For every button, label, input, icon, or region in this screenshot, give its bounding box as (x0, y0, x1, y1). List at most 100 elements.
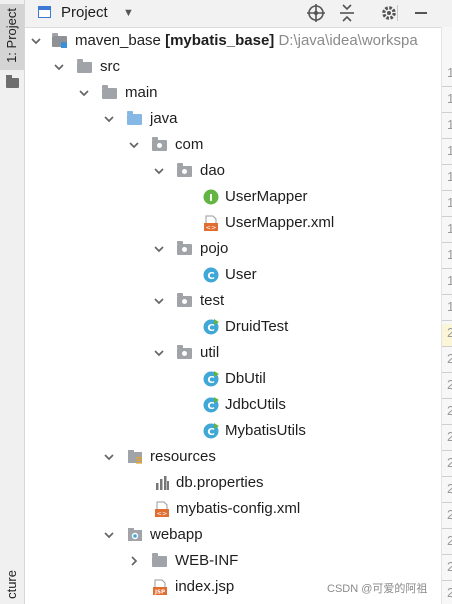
tree-row-label: DruidTest (225, 318, 289, 335)
project-tool-tab[interactable]: 1: Project (0, 4, 24, 70)
watermark: CSDN @可爱的阿祖 (327, 583, 428, 595)
gutter-rule (442, 164, 452, 165)
collapse-all-icon[interactable] (337, 3, 357, 23)
xml-file-icon: <> (204, 215, 218, 232)
tree-row-label: JdbcUtils (225, 396, 286, 413)
line-number: 1 (447, 299, 452, 314)
tree-row-resources[interactable]: resources (25, 444, 441, 470)
chevron-down-icon[interactable] (104, 114, 114, 124)
tree-row-druidtest[interactable]: C DruidTest (25, 314, 441, 340)
gutter-rule (442, 190, 452, 191)
tree-row-label: UserMapper (225, 188, 308, 205)
folder-icon (77, 59, 93, 75)
gutter-rule (442, 476, 452, 477)
tree-row-webapp[interactable]: webapp (25, 522, 441, 548)
project-view-title[interactable]: Project (61, 4, 108, 21)
tree-row-jdbcutils[interactable]: C JdbcUtils (25, 392, 441, 418)
chevron-down-icon[interactable] (104, 530, 114, 540)
chevron-down-icon[interactable]: ▼ (123, 7, 134, 19)
jsp-file-icon: JSP (153, 579, 167, 595)
gutter-rule (442, 398, 452, 399)
tree-row-label: WEB-INF (175, 552, 239, 569)
line-number: 1 (447, 221, 452, 236)
folder-icon[interactable] (6, 75, 19, 88)
project-view-icon (38, 6, 51, 18)
package-icon (177, 163, 193, 179)
xml-file-icon: <> (155, 501, 169, 517)
web-folder-icon (128, 528, 142, 541)
chevron-down-icon[interactable] (154, 244, 164, 254)
line-number: 1 (447, 91, 452, 106)
line-number: 2 (447, 585, 452, 600)
line-number: 1 (447, 273, 452, 288)
runnable-class-icon: C (203, 397, 219, 413)
editor-gutter: 1111111111222222222222 (441, 27, 452, 604)
line-number: 2 (447, 533, 452, 548)
tree-row-label: test (200, 292, 225, 309)
project-tool-tab-label: 1: Project (4, 8, 19, 63)
tree-row-java[interactable]: java (25, 106, 441, 132)
tree-row-pojo[interactable]: pojo (25, 236, 441, 262)
tree-row-label: UserMapper.xml (225, 214, 335, 231)
tree-row-dao[interactable]: dao (25, 158, 441, 184)
tree-row-root[interactable]: maven_base [mybatis_base] D:\java\idea\w… (25, 28, 441, 54)
tree-row-dbutil[interactable]: C DbUtil (25, 366, 441, 392)
tree-row-usermapper-xml[interactable]: <> UserMapper.xml (25, 210, 441, 236)
project-tree: maven_base [mybatis_base] D:\java\idea\w… (25, 28, 441, 604)
tree-row-util[interactable]: util (25, 340, 441, 366)
tree-row-test[interactable]: test (25, 288, 441, 314)
gutter-rule (442, 528, 452, 529)
package-icon (152, 137, 168, 153)
gutter-rule (442, 424, 452, 425)
tree-row-src[interactable]: src (25, 54, 441, 80)
tree-row-mybatis-config[interactable]: <> mybatis-config.xml (25, 496, 441, 522)
line-number: 1 (447, 65, 452, 80)
project-toolbar: Project ▼ (25, 0, 441, 28)
tree-row-db-properties[interactable]: db.properties (25, 470, 441, 496)
chevron-down-icon[interactable] (54, 62, 64, 72)
tree-row-label: webapp (150, 526, 203, 543)
chevron-right-icon[interactable] (129, 556, 139, 566)
runnable-class-icon: C (203, 319, 219, 335)
structure-tool-tab[interactable]: cture (4, 570, 19, 599)
line-number: 2 (447, 481, 452, 496)
svg-text:C: C (207, 427, 214, 438)
tree-row-label: dao (200, 162, 226, 179)
chevron-down-icon[interactable] (79, 88, 89, 98)
runnable-class-icon: C (203, 371, 219, 387)
line-number: 2 (447, 377, 452, 392)
chevron-down-icon[interactable] (154, 296, 164, 306)
tree-row-usermapper[interactable]: I UserMapper (25, 184, 441, 210)
tree-row-main[interactable]: main (25, 80, 441, 106)
tree-row-web-inf[interactable]: WEB-INF (25, 548, 441, 574)
locate-icon[interactable] (306, 3, 326, 23)
gutter-rule (442, 580, 452, 581)
line-number: 2 (447, 403, 452, 418)
gutter-rule (442, 450, 452, 451)
gutter-rule (442, 242, 452, 243)
tree-row-user[interactable]: C User (25, 262, 441, 288)
tool-window-strip: 1: Project cture (0, 0, 25, 604)
line-number: 2 (447, 507, 452, 522)
tree-row-label: src (100, 58, 120, 75)
gear-icon[interactable] (379, 3, 399, 23)
tree-row-label: db.properties (176, 474, 264, 491)
source-folder-icon (127, 111, 143, 127)
tree-row-mybatisutils[interactable]: C MybatisUtils (25, 418, 441, 444)
tree-row-label: com (175, 136, 204, 153)
chevron-down-icon[interactable] (129, 140, 139, 150)
tree-row-label: User (225, 266, 257, 283)
gutter-rule (442, 294, 452, 295)
minimize-icon[interactable] (411, 3, 431, 23)
module-bracket-name: [mybatis_base] (165, 32, 275, 49)
line-number: 1 (447, 195, 452, 210)
tree-row-com[interactable]: com (25, 132, 441, 158)
module-label: maven_base [mybatis_base] D:\java\idea\w… (75, 32, 418, 49)
chevron-down-icon[interactable] (154, 348, 164, 358)
chevron-down-icon[interactable] (104, 452, 114, 462)
chevron-down-icon[interactable] (31, 36, 41, 46)
chevron-down-icon[interactable] (154, 166, 164, 176)
svg-text:<>: <> (206, 224, 217, 232)
gutter-rule (442, 554, 452, 555)
package-icon (177, 345, 193, 361)
